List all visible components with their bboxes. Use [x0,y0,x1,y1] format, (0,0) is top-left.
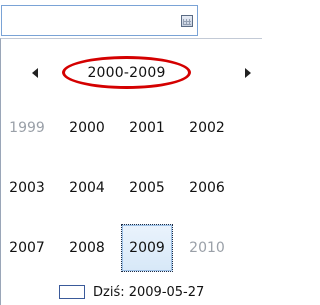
year-cell[interactable]: 2008 [61,224,113,272]
year-cell[interactable]: 2010 [181,224,233,272]
year-cell[interactable]: 2002 [181,104,233,152]
triangle-left-icon[interactable] [32,68,38,78]
date-input[interactable] [1,5,198,36]
year-row: 2007 2008 2009 2010 [1,224,263,274]
today-label: Dziś: 2009-05-27 [93,284,205,300]
date-picker: 2000-2009 1999 2000 2001 2002 2003 2004 … [0,0,262,305]
year-row: 2003 2004 2005 2006 [1,164,263,214]
year-cell[interactable]: 2000 [61,104,113,152]
calendar-header: 2000-2009 [1,54,263,94]
decade-title[interactable]: 2000-2009 [62,56,191,89]
year-cell-selected[interactable]: 2009 [121,224,173,272]
year-cell[interactable]: 2007 [1,224,53,272]
calendar-icon [180,14,193,27]
year-cell[interactable]: 2006 [181,164,233,212]
today-box-icon [59,285,85,299]
year-cell[interactable]: 1999 [1,104,53,152]
year-cell[interactable]: 2004 [61,164,113,212]
year-cell[interactable]: 2005 [121,164,173,212]
year-row: 1999 2000 2001 2002 [1,104,263,154]
calendar-popup: 2000-2009 1999 2000 2001 2002 2003 2004 … [0,38,262,305]
year-cell[interactable]: 2003 [1,164,53,212]
today-link[interactable]: Dziś: 2009-05-27 [59,282,204,302]
calendar-button[interactable] [178,7,195,34]
year-cell[interactable]: 2001 [121,104,173,152]
triangle-right-icon[interactable] [245,68,251,78]
